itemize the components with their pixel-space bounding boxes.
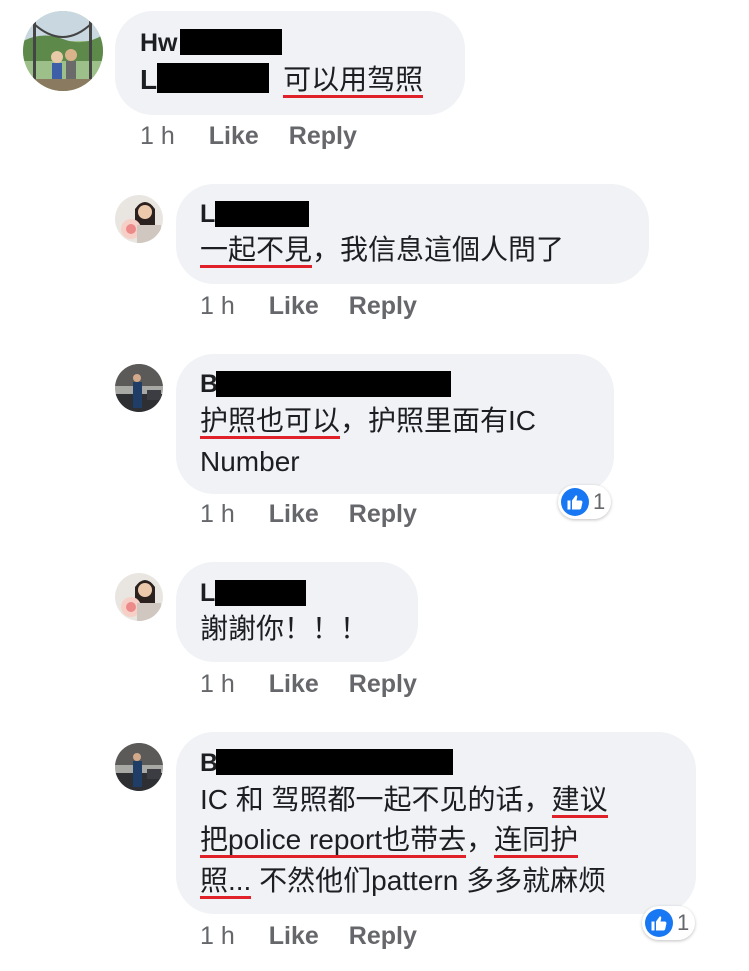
timestamp[interactable]: 1 h <box>200 669 235 699</box>
comment-actions: 1 h Like Reply <box>200 669 447 699</box>
thumbs-up-icon <box>645 909 673 937</box>
redaction-block <box>215 580 306 606</box>
avatar[interactable] <box>115 195 163 243</box>
comment-actions: 1 h Like Reply <box>200 291 447 321</box>
comment-text: 一起不見，我信息這個人問了 <box>200 230 564 270</box>
comment-actions: 1 h Like Reply <box>140 121 387 151</box>
reply-button[interactable]: Reply <box>349 921 417 951</box>
author-name[interactable]: Hw <box>140 28 178 58</box>
avatar-photo-icon <box>115 364 163 412</box>
redaction-block <box>215 201 309 227</box>
avatar-photo-icon <box>115 573 163 621</box>
author-name[interactable]: L <box>200 578 215 608</box>
redaction-block <box>157 63 270 93</box>
comment-text-line-1: IC 和 驾照都一起不见的话，建议 <box>200 780 608 820</box>
author-name[interactable]: L <box>200 199 215 229</box>
redaction-block <box>216 749 453 775</box>
comment-text-line-2: 把police report也带去，连同护 <box>200 820 579 860</box>
thumbs-up-icon <box>561 488 589 516</box>
redaction-block <box>216 371 451 397</box>
reply-button[interactable]: Reply <box>289 121 357 151</box>
like-button[interactable]: Like <box>269 669 319 699</box>
avatar[interactable] <box>115 573 163 621</box>
avatar[interactable] <box>115 364 163 412</box>
like-button[interactable]: Like <box>269 291 319 321</box>
like-button[interactable]: Like <box>269 499 319 529</box>
avatar[interactable] <box>115 743 163 791</box>
comment-text: 謝謝你！！！ <box>200 613 369 644</box>
reaction-summary[interactable]: 1 <box>558 485 612 519</box>
timestamp[interactable]: 1 h <box>140 121 175 151</box>
reaction-count: 1 <box>677 910 690 935</box>
comment-actions: 1 h Like Reply <box>200 921 447 951</box>
reply-button[interactable]: Reply <box>349 669 417 699</box>
comment-text: L 可以用驾照 <box>140 60 424 100</box>
comment-text: 护照也可以，护照里面有IC <box>200 401 536 441</box>
reply-button[interactable]: Reply <box>349 499 417 529</box>
timestamp[interactable]: 1 h <box>200 921 235 951</box>
like-button[interactable]: Like <box>209 121 259 151</box>
timestamp[interactable]: 1 h <box>200 291 235 321</box>
reply-button[interactable]: Reply <box>349 291 417 321</box>
avatar-photo-icon <box>115 195 163 243</box>
reaction-count: 1 <box>593 489 606 514</box>
timestamp[interactable]: 1 h <box>200 499 235 529</box>
comment-text-line-2: Number <box>200 446 300 477</box>
comment-text-line-3: 照... 不然他们pattern 多多就麻烦 <box>200 861 606 901</box>
reaction-summary[interactable]: 1 <box>642 906 696 940</box>
avatar[interactable] <box>23 11 103 91</box>
avatar-photo-icon <box>115 743 163 791</box>
redaction-block <box>180 29 282 55</box>
comment-actions: 1 h Like Reply <box>200 499 447 529</box>
avatar-photo-icon <box>23 11 103 91</box>
like-button[interactable]: Like <box>269 921 319 951</box>
